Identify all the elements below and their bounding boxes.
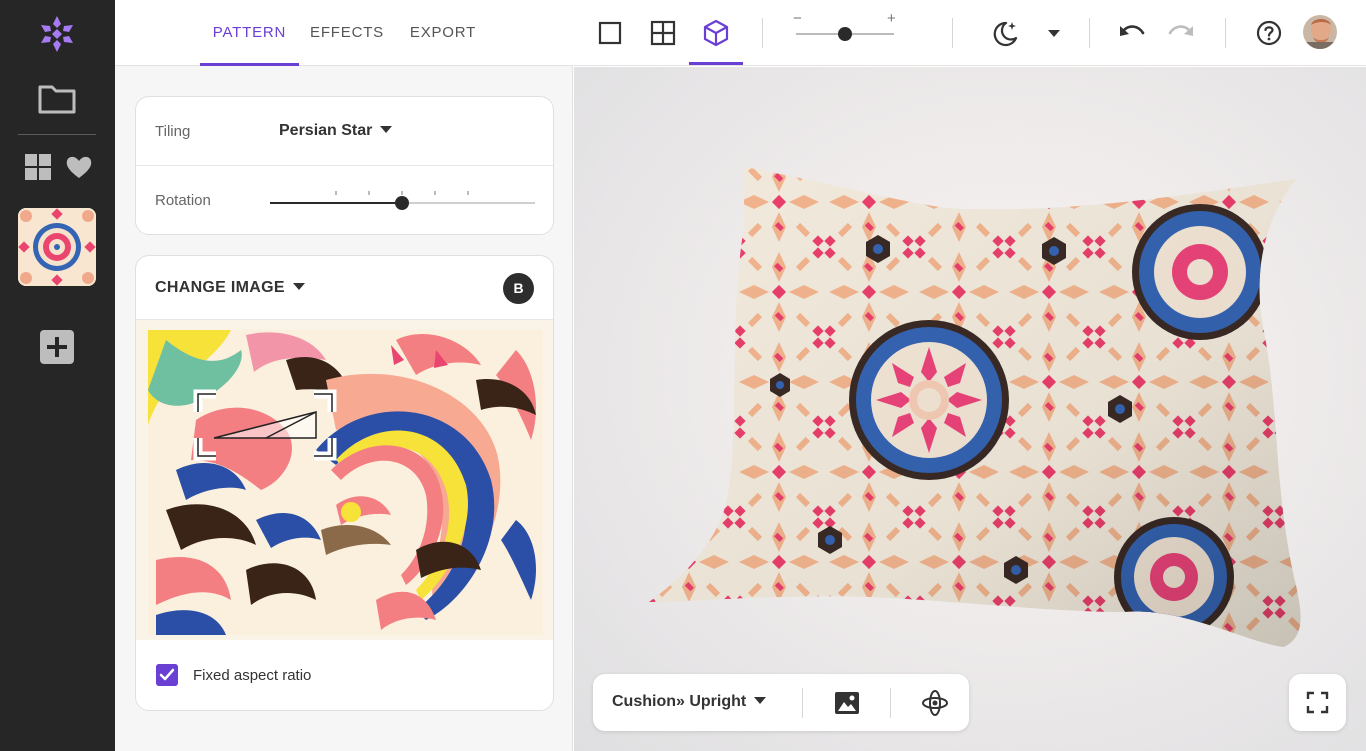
fullscreen-button[interactable] <box>1289 674 1346 731</box>
grid-tile-icon[interactable] <box>646 17 680 49</box>
rotation-slider-thumb[interactable] <box>395 196 409 210</box>
redo-icon[interactable] <box>1164 17 1198 49</box>
chevron-down-icon <box>754 697 767 705</box>
heart-icon[interactable] <box>65 153 93 181</box>
fixed-aspect-checkbox[interactable] <box>156 664 178 686</box>
help-icon[interactable] <box>1252 17 1286 49</box>
pattern-thumbnail[interactable] <box>18 208 96 286</box>
tiling-dropdown[interactable]: Persian Star <box>279 122 393 140</box>
chevron-down-icon <box>292 283 305 291</box>
aspect-ratio-row: Fixed aspect ratio <box>136 640 553 710</box>
b-badge[interactable]: B <box>503 273 534 304</box>
fullscreen-icon <box>1306 691 1329 714</box>
zoom-slider[interactable]: − + <box>793 10 903 50</box>
active-view-indicator <box>689 62 743 65</box>
model-selector[interactable]: Cushion» Upright <box>612 693 767 711</box>
rotation-slider[interactable] <box>270 191 535 211</box>
change-image-header: CHANGE IMAGE B <box>136 256 553 320</box>
change-image-label: CHANGE IMAGE <box>155 279 285 296</box>
image-icon[interactable] <box>833 689 861 717</box>
tab-bar: PATTERN EFFECTS EXPORT <box>115 0 573 66</box>
controls-divider <box>890 688 891 718</box>
model-label: Cushion» Upright <box>612 693 747 710</box>
single-tile-icon[interactable] <box>593 17 627 49</box>
app-sidebar <box>0 0 115 751</box>
top-toolbar: − + <box>574 0 1366 66</box>
grid-icon[interactable] <box>24 153 52 181</box>
change-image-card: CHANGE IMAGE B Fixed aspect ratio <box>135 255 554 711</box>
orbit-rotate-icon[interactable] <box>921 689 949 717</box>
toolbar-divider <box>762 18 763 48</box>
3d-viewport[interactable]: Cushion» Upright <box>574 67 1366 751</box>
fixed-aspect-label: Fixed aspect ratio <box>193 667 312 684</box>
user-avatar[interactable] <box>1303 15 1337 49</box>
tab-effects[interactable]: EFFECTS <box>307 0 387 66</box>
rail-divider <box>18 134 96 135</box>
chevron-down-icon[interactable] <box>1037 17 1071 49</box>
controls-divider <box>802 688 803 718</box>
folder-icon[interactable] <box>37 82 77 116</box>
tab-pattern[interactable]: PATTERN <box>200 0 299 66</box>
model-controls: Cushion» Upright <box>593 674 969 731</box>
zoom-minus[interactable]: − <box>793 10 802 27</box>
toolbar-divider <box>1089 18 1090 48</box>
cushion-3d-model[interactable] <box>644 157 1304 727</box>
zoom-slider-thumb[interactable] <box>838 27 852 41</box>
tiling-row: Tiling Persian Star <box>136 97 553 166</box>
zoom-plus[interactable]: + <box>887 10 896 27</box>
rotation-row: Rotation <box>136 166 553 235</box>
tiling-value: Persian Star <box>279 122 373 139</box>
night-mode-icon[interactable] <box>988 17 1022 49</box>
undo-icon[interactable] <box>1115 17 1149 49</box>
toolbar-divider <box>1225 18 1226 48</box>
settings-panel: PATTERN EFFECTS EXPORT Tiling Persian St… <box>115 0 573 751</box>
chevron-down-icon <box>380 126 393 134</box>
change-image-dropdown[interactable]: CHANGE IMAGE <box>155 279 305 297</box>
app-logo-icon[interactable] <box>37 14 77 54</box>
tiling-label: Tiling <box>155 123 191 140</box>
tiling-card: Tiling Persian Star Rotation <box>135 96 554 235</box>
tab-export[interactable]: EXPORT <box>403 0 483 66</box>
3d-cube-icon[interactable] <box>699 17 733 49</box>
source-image[interactable] <box>136 320 553 640</box>
toolbar-divider <box>952 18 953 48</box>
rotation-label: Rotation <box>155 192 211 209</box>
add-pattern-icon[interactable] <box>40 330 74 364</box>
slider-ticks <box>335 191 469 195</box>
